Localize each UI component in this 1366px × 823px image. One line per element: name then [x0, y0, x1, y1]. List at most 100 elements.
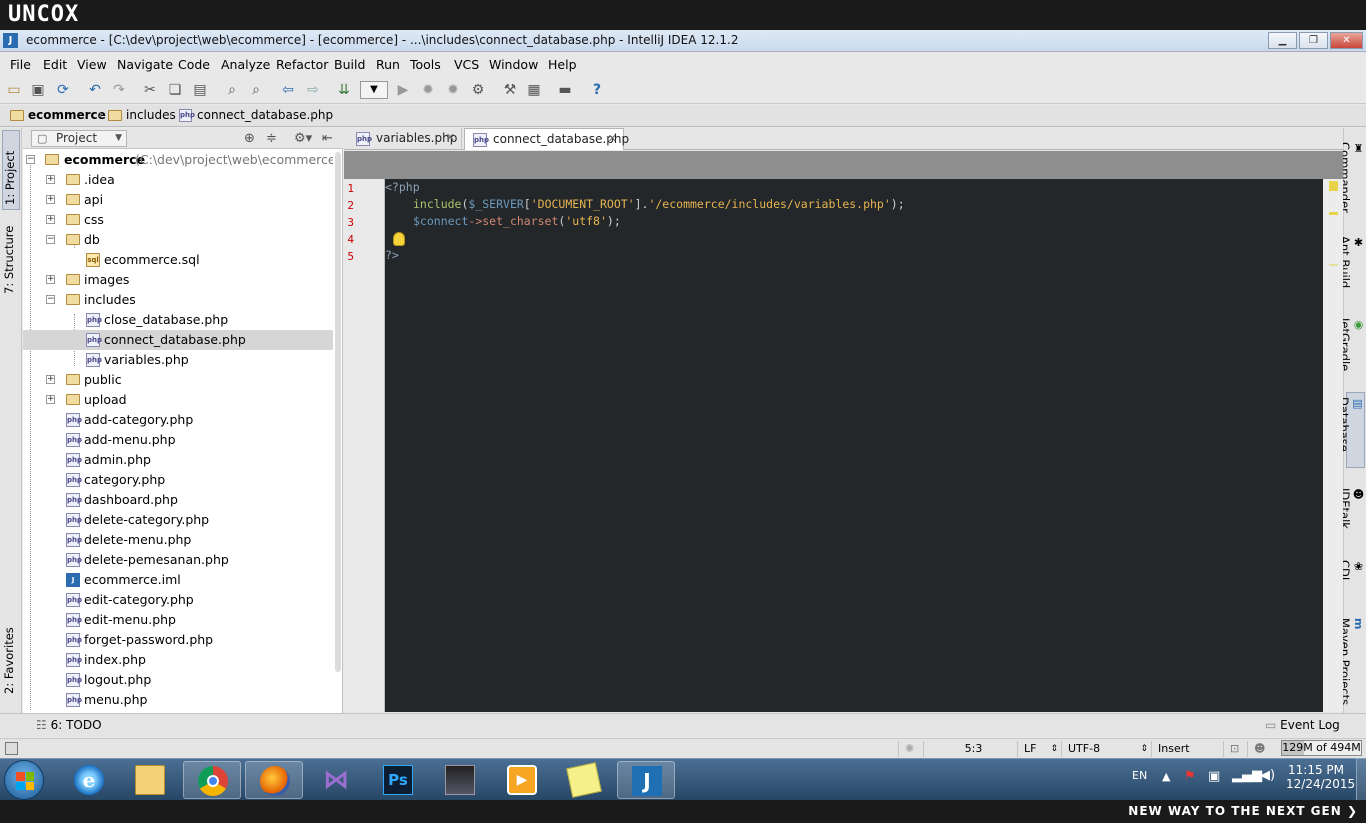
menu-run[interactable]: Run: [376, 57, 400, 72]
line-separator[interactable]: LF ⇕: [1017, 741, 1061, 757]
tab-maven-projects[interactable]: m Maven Projects: [1338, 614, 1365, 710]
tab-database[interactable]: ▤ Database: [1337, 392, 1365, 468]
show-hidden-icons[interactable]: ▲: [1162, 770, 1170, 783]
tree-file[interactable]: php variables.php: [23, 350, 333, 370]
tree-file[interactable]: php index.php: [23, 650, 333, 670]
menu-help[interactable]: Help: [548, 57, 577, 72]
clock[interactable]: 11:15 PM 12/24/2015: [1286, 763, 1355, 791]
collapse-icon[interactable]: −: [46, 235, 55, 244]
tab-connect-database-php[interactable]: php connect_database.php ✕: [464, 128, 629, 150]
taskbar-explorer[interactable]: [121, 761, 179, 799]
tree-folder[interactable]: + .idea: [23, 170, 333, 190]
back-icon[interactable]: ⇦: [278, 80, 298, 100]
tree-file[interactable]: php delete-menu.php: [23, 530, 333, 550]
menu-view[interactable]: View: [77, 57, 107, 72]
error-stripe[interactable]: [1323, 179, 1343, 712]
tree-file[interactable]: php edit-category.php: [23, 590, 333, 610]
tree-folder[interactable]: − db: [23, 230, 333, 250]
run-icon[interactable]: ▶: [393, 80, 413, 100]
minimize-button[interactable]: ▁: [1268, 32, 1297, 49]
menu-edit[interactable]: Edit: [43, 57, 67, 72]
tab-variables-php[interactable]: php variables.php ✕: [348, 128, 462, 150]
close-button[interactable]: ✕: [1330, 32, 1363, 49]
tree-file[interactable]: php forget-password.php: [23, 630, 333, 650]
taskbar-media-player[interactable]: ▶: [493, 761, 551, 799]
run-config-dropdown[interactable]: ▼: [360, 81, 388, 99]
cut-icon[interactable]: ✂: [140, 80, 160, 100]
terminal-icon[interactable]: ▬: [555, 80, 575, 100]
menu-refactor[interactable]: Refactor: [276, 57, 328, 72]
device-icon[interactable]: ▣: [1208, 769, 1220, 784]
settings-icon[interactable]: ⚒: [500, 80, 520, 100]
taskbar-pes[interactable]: [431, 761, 489, 799]
redo-icon[interactable]: ↷: [109, 80, 129, 100]
menu-vcs[interactable]: VCS: [454, 57, 479, 72]
expand-icon[interactable]: +: [46, 395, 55, 404]
background-tasks-icon[interactable]: ✺: [898, 741, 922, 757]
start-button[interactable]: [4, 760, 44, 800]
project-view-selector[interactable]: ▢ Project ▼: [31, 130, 127, 147]
toggle-tool-windows-icon[interactable]: [5, 742, 18, 755]
paste-icon[interactable]: ▤: [190, 80, 210, 100]
tree-folder[interactable]: + api: [23, 190, 333, 210]
taskbar-chrome[interactable]: [183, 761, 241, 799]
breadcrumb-ecommerce[interactable]: ecommerce: [10, 108, 106, 125]
memory-indicator[interactable]: 129M of 494M: [1281, 740, 1362, 756]
expand-icon[interactable]: +: [46, 175, 55, 184]
tab-structure[interactable]: 7: Structure: [2, 216, 20, 298]
help-icon[interactable]: ?: [587, 80, 607, 100]
tree-file[interactable]: J ecommerce.iml: [23, 570, 333, 590]
tree-file[interactable]: php dashboard.php: [23, 490, 333, 510]
insert-mode[interactable]: Insert: [1151, 741, 1223, 757]
taskbar-sticky-notes[interactable]: [555, 761, 613, 799]
menu-navigate[interactable]: Navigate: [117, 57, 173, 72]
expand-icon[interactable]: +: [46, 215, 55, 224]
language-indicator[interactable]: EN: [1132, 769, 1147, 782]
tree-file[interactable]: php delete-pemesanan.php: [23, 550, 333, 570]
breadcrumb-includes[interactable]: includes: [108, 108, 176, 125]
tab-todo[interactable]: ☷ 6: TODO: [36, 718, 102, 732]
save-icon[interactable]: ▣: [28, 80, 48, 100]
collapse-icon[interactable]: −: [26, 155, 35, 164]
close-tab-icon[interactable]: ✕: [446, 128, 455, 148]
taskbar-firefox[interactable]: [245, 761, 303, 799]
tab-event-log[interactable]: ▭ Event Log: [1265, 718, 1340, 732]
tree-file[interactable]: php delete-category.php: [23, 510, 333, 530]
attach-icon[interactable]: ⚙: [468, 80, 488, 100]
gear-icon[interactable]: ⚙▾: [294, 131, 312, 146]
tree-file[interactable]: sql ecommerce.sql: [23, 250, 333, 270]
tree-file[interactable]: php logout.php: [23, 670, 333, 690]
tree-file[interactable]: php menu.php: [23, 690, 333, 710]
tree-folder[interactable]: − includes: [23, 290, 333, 310]
hide-panel-icon[interactable]: ⇤: [322, 131, 333, 146]
action-center-icon[interactable]: ⚑: [1184, 769, 1196, 784]
open-icon[interactable]: ▭: [4, 80, 24, 100]
show-desktop-button[interactable]: [1356, 758, 1366, 800]
copy-icon[interactable]: ❏: [165, 80, 185, 100]
tree-root[interactable]: − ecommerce (C:\dev\project\web\ecommerc…: [23, 150, 333, 170]
tab-jetgradle[interactable]: ◉ JetGradle: [1338, 314, 1365, 384]
menu-tools[interactable]: Tools: [410, 57, 441, 72]
warning-marker[interactable]: [1329, 264, 1338, 266]
undo-icon[interactable]: ↶: [85, 80, 105, 100]
taskbar-intellij[interactable]: J: [617, 761, 675, 799]
tab-commander[interactable]: ♜ Commander: [1338, 138, 1365, 218]
collapse-icon[interactable]: −: [46, 295, 55, 304]
file-encoding[interactable]: UTF-8 ⇕: [1061, 741, 1151, 757]
coverage-icon[interactable]: ✹: [443, 80, 463, 100]
project-scrollbar[interactable]: [335, 152, 341, 672]
menu-analyze[interactable]: Analyze: [221, 57, 270, 72]
tree-file[interactable]: php admin.php: [23, 450, 333, 470]
debug-icon[interactable]: ✹: [418, 80, 438, 100]
inspector-icon[interactable]: ☻: [1247, 741, 1279, 757]
network-icon[interactable]: ▂▄▆: [1232, 768, 1262, 783]
tree-folder[interactable]: + upload: [23, 390, 333, 410]
intention-bulb-icon[interactable]: [393, 232, 405, 246]
maximize-button[interactable]: ❐: [1299, 32, 1328, 49]
code-editor[interactable]: <?php include($_SERVER['DOCUMENT_ROOT'].…: [385, 179, 1323, 712]
warning-marker[interactable]: [1329, 212, 1338, 215]
tab-cdi[interactable]: ❀ CDI: [1338, 556, 1365, 596]
structure-icon[interactable]: ▦: [524, 80, 544, 100]
tab-ant-build[interactable]: ✱ Ant Build: [1338, 232, 1365, 302]
tab-idetalk[interactable]: ☻ IDEtalk: [1338, 484, 1365, 544]
